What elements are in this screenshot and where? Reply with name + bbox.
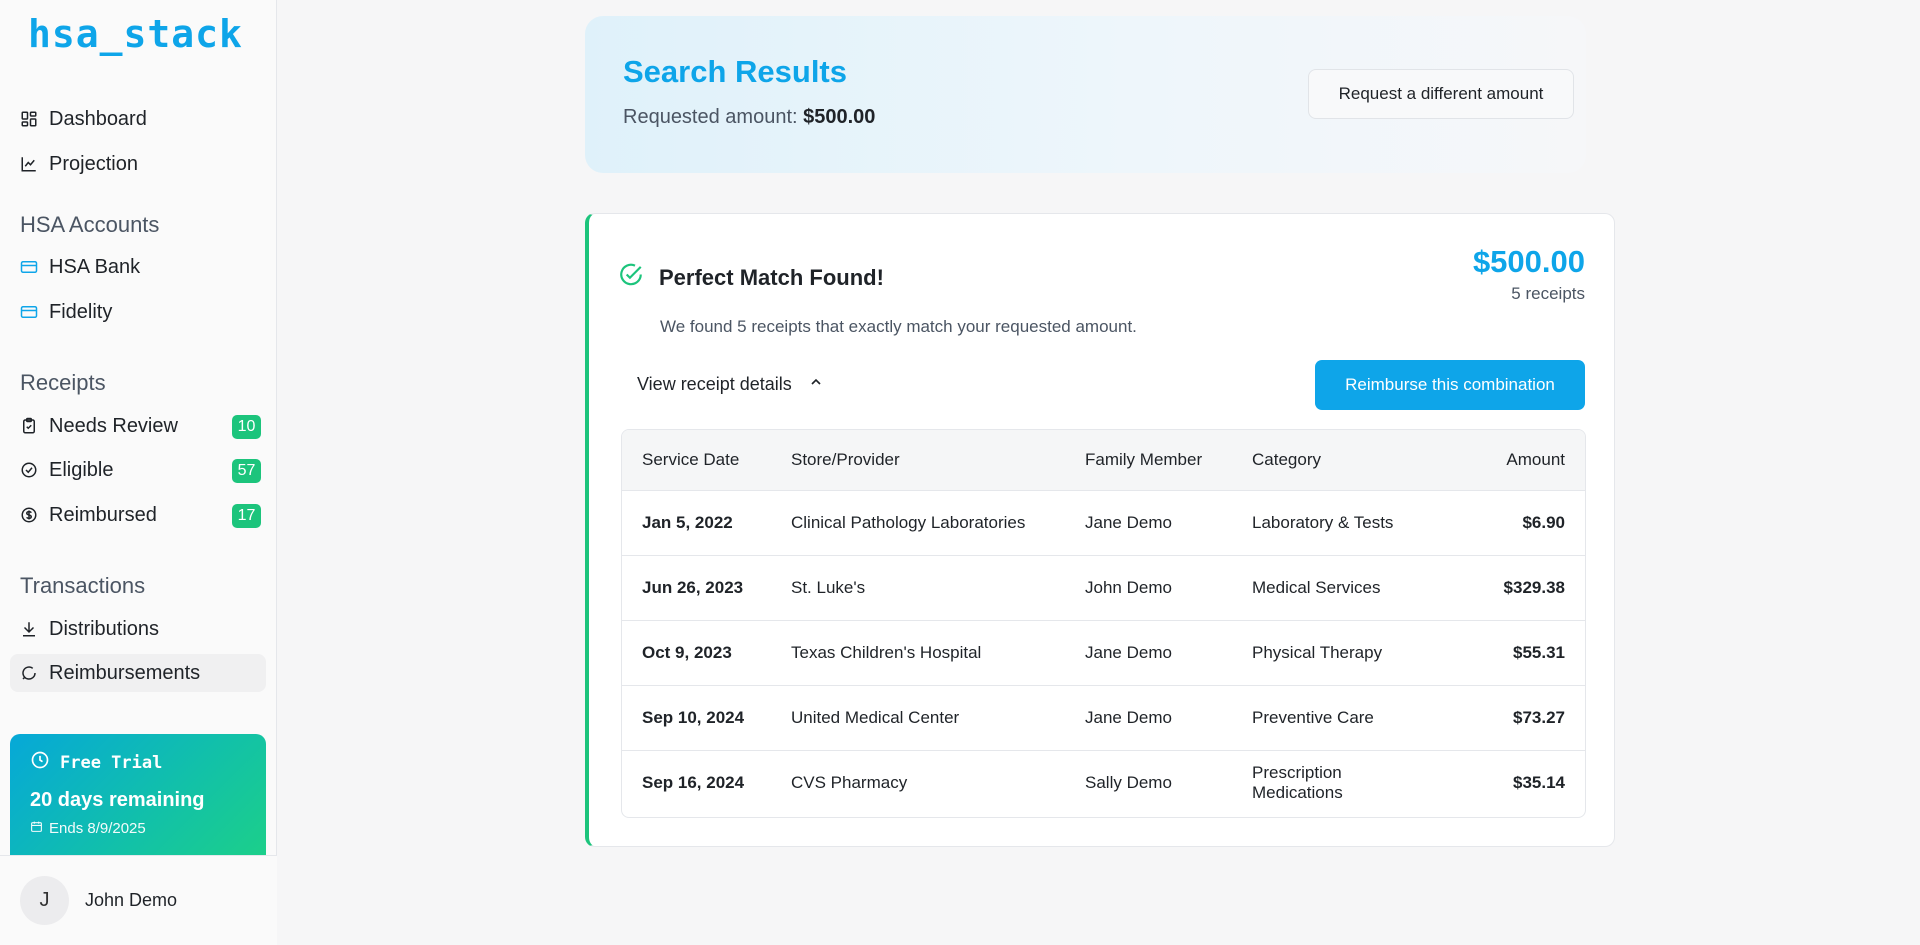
trial-title: Free Trial <box>60 752 163 773</box>
check-circle-icon <box>618 262 659 293</box>
chart-line-icon <box>20 155 38 173</box>
sidebar-item-label: Reimbursements <box>49 661 201 684</box>
download-icon <box>20 620 38 638</box>
clock-icon <box>30 750 60 775</box>
category: Prescription Medications <box>1252 762 1343 802</box>
family-member: Sally Demo <box>1085 772 1172 792</box>
sidebar-item-label: Reimbursed <box>49 503 157 526</box>
amount: $73.27 <box>1440 685 1585 751</box>
requested-amount-value: $500.00 <box>803 106 876 128</box>
reimburse-combination-button[interactable]: Reimburse this combination <box>1315 360 1585 410</box>
section-title-transactions: Transactions <box>20 573 146 598</box>
table-row[interactable]: Sep 16, 2024 CVS Pharmacy Sally Demo Pre… <box>622 750 1585 815</box>
family-member: Jane Demo <box>1065 620 1232 686</box>
sidebar-item-label: Needs Review <box>49 414 178 437</box>
table-header-row: Service Date Store/Provider Family Membe… <box>622 430 1585 491</box>
column-header[interactable]: Family Member <box>1065 430 1232 491</box>
column-header[interactable]: Store/Provider <box>771 430 1065 491</box>
requested-amount: Requested amount: $500.00 <box>623 106 875 129</box>
view-receipt-details-toggle[interactable]: View receipt details <box>637 374 824 395</box>
sidebar-item-needs-review[interactable]: Needs Review 10 <box>10 407 266 445</box>
sidebar-item-label: HSA Bank <box>49 255 141 278</box>
match-receipt-count: 5 receipts <box>1511 284 1585 303</box>
user-profile[interactable]: J John Demo <box>0 855 277 945</box>
receipts-table: Service Date Store/Provider Family Membe… <box>621 429 1586 818</box>
search-results-header: Search Results Requested amount: $500.00… <box>585 16 1586 173</box>
section-title-hsa-accounts: HSA Accounts <box>20 212 160 237</box>
match-result-card: Perfect Match Found! $500.00 5 receipts … <box>585 213 1615 847</box>
trial-end-date: Ends 8/9/2025 <box>49 820 146 837</box>
sidebar-item-eligible[interactable]: Eligible 57 <box>10 451 266 489</box>
app-logo[interactable]: hsa_stack <box>28 12 243 56</box>
dashboard-icon <box>20 110 38 128</box>
sidebar-item-fidelity[interactable]: Fidelity <box>10 293 266 331</box>
column-header[interactable]: Category <box>1232 430 1440 491</box>
category: Laboratory & Tests <box>1232 490 1440 556</box>
amount: $329.38 <box>1440 555 1585 621</box>
card-icon <box>20 258 38 276</box>
amount: $55.31 <box>1440 620 1585 686</box>
table-row[interactable]: Oct 9, 2023 Texas Children's Hospital Ja… <box>622 620 1585 686</box>
table-row[interactable]: Jan 5, 2022 Clinical Pathology Laborator… <box>622 490 1585 556</box>
count-badge: 10 <box>232 415 261 439</box>
match-title: Perfect Match Found! <box>659 264 884 290</box>
avatar: J <box>20 876 69 925</box>
user-name: John Demo <box>85 890 178 910</box>
sidebar: hsa_stack Dashboard Projection HSA Accou… <box>0 0 277 945</box>
family-member: Jane Demo <box>1065 685 1232 751</box>
amount: $35.14 <box>1513 772 1565 792</box>
check-circle-icon <box>20 461 38 479</box>
service-date: Jan 5, 2022 <box>622 490 771 556</box>
sidebar-item-reimbursed[interactable]: Reimbursed 17 <box>10 496 266 534</box>
count-badge: 17 <box>232 504 261 528</box>
sidebar-item-label: Projection <box>49 152 138 175</box>
category: Preventive Care <box>1232 685 1440 751</box>
amount: $6.90 <box>1440 490 1585 556</box>
sidebar-item-label: Dashboard <box>49 107 147 130</box>
count-badge: 57 <box>232 459 261 483</box>
service-date: Sep 10, 2024 <box>622 685 771 751</box>
section-title-receipts: Receipts <box>20 370 106 395</box>
page-title: Search Results <box>623 54 847 89</box>
match-total-amount: $500.00 <box>1472 244 1585 279</box>
sidebar-item-dashboard[interactable]: Dashboard <box>10 100 266 138</box>
service-date: Sep 16, 2024 <box>642 772 745 792</box>
column-header[interactable]: Service Date <box>622 430 771 491</box>
chevron-up-icon <box>792 374 824 395</box>
service-date: Oct 9, 2023 <box>622 620 771 686</box>
card-icon <box>20 303 38 321</box>
sidebar-item-reimbursements[interactable]: Reimbursements <box>10 654 266 692</box>
clipboard-check-icon <box>20 417 38 435</box>
table-row[interactable]: Jun 26, 2023 St. Luke's John Demo Medica… <box>622 555 1585 621</box>
free-trial-card[interactable]: Free Trial 20 days remaining Ends 8/9/20… <box>10 734 266 855</box>
provider: Texas Children's Hospital <box>771 620 1065 686</box>
match-total: $500.00 5 receipts <box>1473 244 1585 304</box>
sidebar-item-projection[interactable]: Projection <box>10 145 266 183</box>
sidebar-item-hsa-bank[interactable]: HSA Bank <box>10 248 266 286</box>
trial-days-remaining: 20 days remaining <box>30 789 205 811</box>
family-member: John Demo <box>1065 555 1232 621</box>
refresh-icon <box>20 664 38 682</box>
provider: Clinical Pathology Laboratories <box>771 490 1065 556</box>
sidebar-item-label: Fidelity <box>49 300 113 323</box>
table-row[interactable]: Sep 10, 2024 United Medical Center Jane … <box>622 685 1585 751</box>
request-different-amount-button[interactable]: Request a different amount <box>1308 69 1574 119</box>
category: Physical Therapy <box>1232 620 1440 686</box>
toggle-label: View receipt details <box>637 374 792 394</box>
calendar-icon <box>30 820 49 837</box>
provider: United Medical Center <box>771 685 1065 751</box>
column-header[interactable]: Amount <box>1440 430 1585 491</box>
sidebar-item-label: Distributions <box>49 617 160 640</box>
requested-amount-label: Requested amount: <box>623 106 798 128</box>
sidebar-item-label: Eligible <box>49 458 114 481</box>
match-description: We found 5 receipts that exactly match y… <box>660 317 1137 336</box>
sidebar-item-distributions[interactable]: Distributions <box>10 610 266 648</box>
dollar-circle-icon <box>20 506 38 524</box>
family-member: Jane Demo <box>1065 490 1232 556</box>
provider: CVS Pharmacy <box>791 772 908 792</box>
provider: St. Luke's <box>771 555 1065 621</box>
category: Medical Services <box>1232 555 1440 621</box>
service-date: Jun 26, 2023 <box>622 555 771 621</box>
